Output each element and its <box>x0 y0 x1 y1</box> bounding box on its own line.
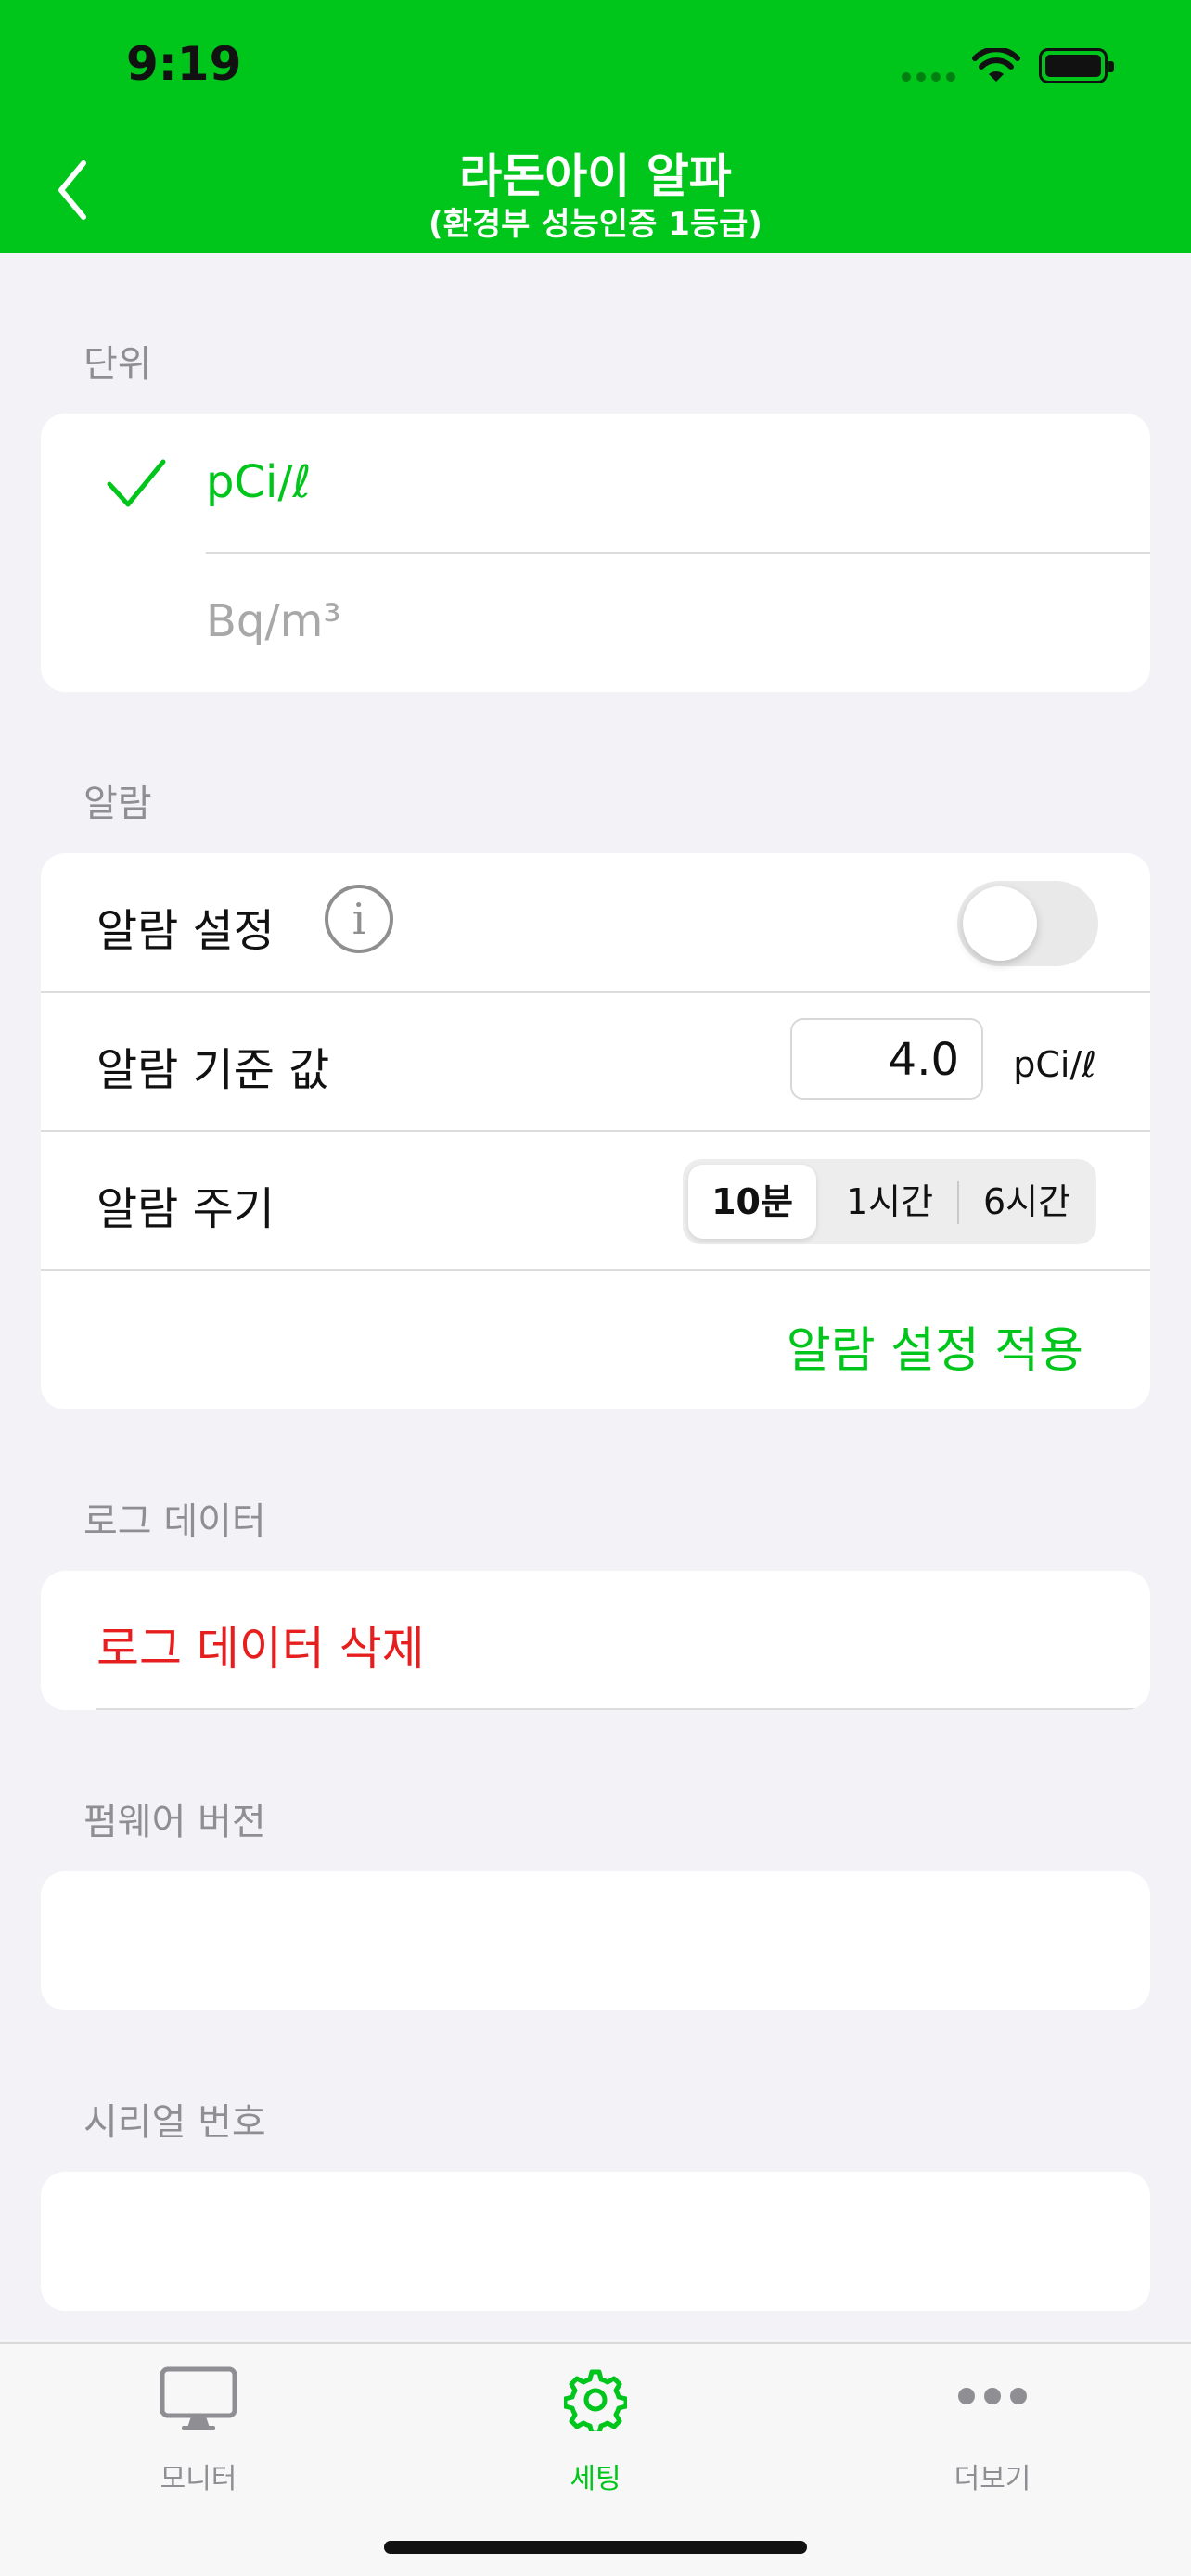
divider <box>96 1708 1150 1710</box>
period-option-10min[interactable]: 10분 <box>688 1165 816 1239</box>
info-icon[interactable]: i <box>325 885 393 953</box>
alarm-period-row: 알람 주기 10분 1시간 6시간 <box>41 1131 1150 1270</box>
alarm-period-label: 알람 주기 <box>96 1183 275 1235</box>
delete-log-button[interactable]: 로그 데이터 삭제 <box>96 1612 425 1678</box>
page-subtitle: (환경부 성능인증 1등급) <box>429 206 762 243</box>
serial-card <box>41 2172 1150 2311</box>
app-header: 9:19 라돈아이 알파 (환경부 성능인증 1등급) <box>0 0 1191 253</box>
alarm-threshold-input[interactable]: 4.0 <box>790 1018 983 1100</box>
alarm-apply-row: 알람 설정 적용 <box>41 1270 1150 1409</box>
wifi-icon <box>972 48 1020 82</box>
apply-alarm-button[interactable]: 알람 설정 적용 <box>787 1311 1083 1381</box>
alarm-toggle[interactable] <box>957 881 1098 966</box>
unit-option-pci[interactable]: pCi/ℓ <box>41 414 1150 553</box>
serial-value <box>41 2172 1150 2311</box>
tab-settings[interactable]: 세팅 <box>397 2344 794 2530</box>
more-icon <box>958 2388 1027 2404</box>
log-card: 로그 데이터 삭제 <box>41 1571 1150 1710</box>
home-indicator <box>384 2541 807 2554</box>
firmware-value <box>41 1871 1150 2010</box>
unit-option-label: Bq/m³ <box>206 595 341 647</box>
segment-divider <box>957 1181 959 1224</box>
alarm-threshold-row: 알람 기준 값 4.0 pCi/ℓ <box>41 992 1150 1131</box>
page-title: 라돈아이 알파 <box>459 149 732 203</box>
alarm-threshold-unit: pCi/ℓ <box>1013 1044 1096 1085</box>
period-option-6hour[interactable]: 6시간 <box>963 1165 1091 1239</box>
gear-icon <box>564 2369 627 2431</box>
unit-option-bq[interactable]: Bq/m³ <box>41 553 1150 692</box>
period-option-1hour[interactable]: 1시간 <box>826 1165 954 1239</box>
section-label-alarm: 알람 <box>83 783 152 825</box>
unit-card: pCi/ℓ Bq/m³ <box>41 414 1150 692</box>
tab-monitor[interactable]: 모니터 <box>0 2344 397 2530</box>
log-delete-row: 로그 데이터 삭제 <box>41 1571 1150 1710</box>
tab-more[interactable]: 더보기 <box>794 2344 1191 2530</box>
alarm-threshold-label: 알람 기준 값 <box>96 1044 330 1096</box>
alarm-setting-label: 알람 설정 <box>96 905 275 957</box>
settings-screen: 9:19 라돈아이 알파 (환경부 성능인증 1등급) 단위 pCi/ℓ Bq/ <box>0 0 1191 2576</box>
section-label-unit: 단위 <box>83 343 152 386</box>
alarm-card: 알람 설정 i 알람 기준 값 4.0 pCi/ℓ 알람 주기 10분 1시간 … <box>41 853 1150 1409</box>
status-time: 9:19 <box>126 37 242 91</box>
section-label-log: 로그 데이터 <box>83 1500 266 1543</box>
tab-label: 세팅 <box>570 2463 621 2495</box>
section-label-firmware: 펌웨어 버전 <box>83 1801 266 1843</box>
cellular-signal-icon <box>902 72 959 83</box>
monitor-icon <box>160 2366 237 2430</box>
unit-option-label: pCi/ℓ <box>206 456 312 508</box>
alarm-setting-row: 알람 설정 i <box>41 853 1150 992</box>
alarm-period-segmented: 10분 1시간 6시간 <box>683 1159 1096 1244</box>
battery-icon <box>1039 48 1114 83</box>
checkmark-icon <box>107 459 166 507</box>
section-label-serial: 시리얼 번호 <box>83 2101 266 2144</box>
tab-label: 더보기 <box>954 2463 1031 2495</box>
firmware-card <box>41 1871 1150 2010</box>
tab-label: 모니터 <box>160 2463 237 2495</box>
